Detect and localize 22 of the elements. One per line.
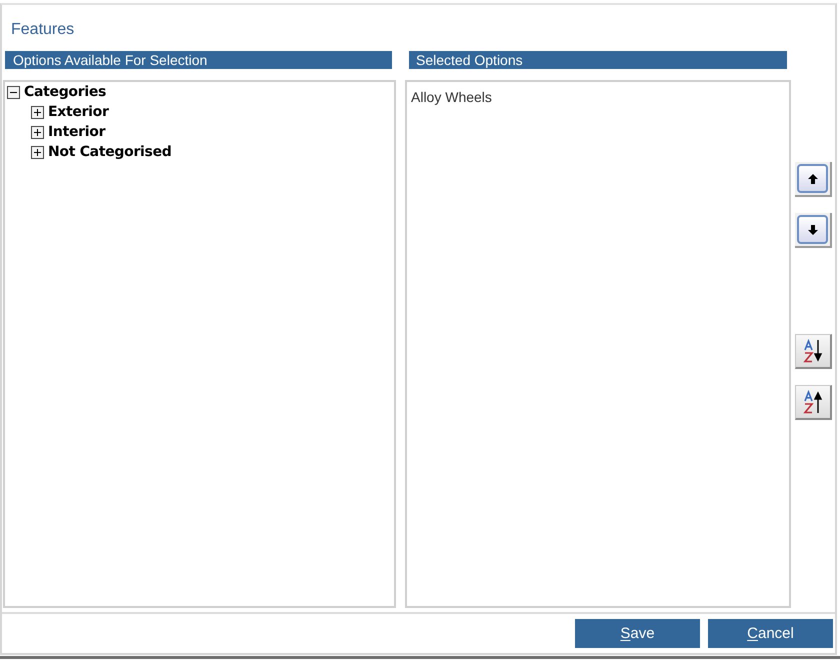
move-up-button[interactable] (795, 162, 832, 197)
arrow-up-icon (806, 172, 818, 184)
expand-icon[interactable] (31, 146, 44, 158)
cancel-button[interactable]: Cancel (708, 619, 833, 648)
tree-item[interactable]: Interior (48, 123, 106, 141)
move-down-button[interactable] (795, 213, 832, 248)
sort-ascending-button[interactable] (795, 334, 832, 369)
expand-icon[interactable] (31, 106, 44, 118)
sort-descending-button[interactable] (795, 385, 832, 420)
expand-icon[interactable] (31, 126, 44, 138)
sort-down-icon (802, 339, 824, 363)
list-item[interactable]: Alloy Wheels (411, 87, 492, 107)
dialog-title: Features (11, 21, 74, 38)
save-button[interactable]: Save (575, 619, 700, 648)
panel-header: Options Available For Selection (5, 51, 392, 69)
panel-header: Selected Options (409, 51, 787, 69)
tree-item[interactable]: Exterior (48, 103, 109, 121)
sort-up-icon (802, 390, 824, 414)
tree-item[interactable]: Not Categorised (48, 143, 172, 161)
tree-item[interactable]: Categories (24, 83, 106, 101)
collapse-icon[interactable] (7, 86, 20, 98)
arrow-down-icon (806, 224, 818, 236)
